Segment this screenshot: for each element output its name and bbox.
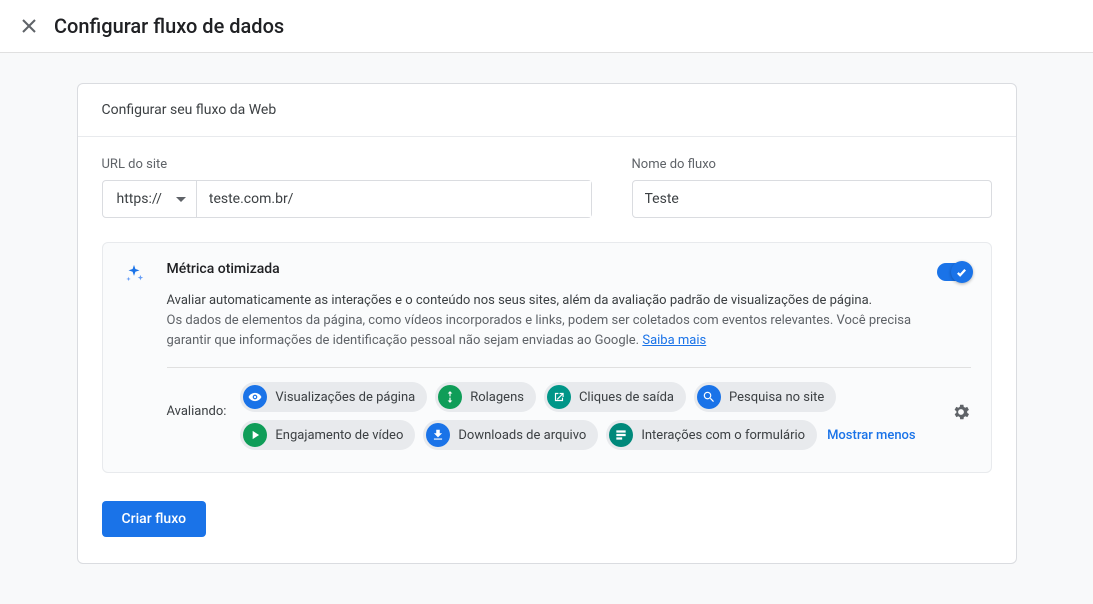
- show-less-link[interactable]: Mostrar menos: [825, 424, 918, 447]
- metric-title: Métrica otimizada: [167, 261, 921, 277]
- enhanced-measurement-box: Métrica otimizada Avaliar automaticament…: [102, 242, 992, 473]
- form-icon: [609, 423, 633, 447]
- evaluating-row: Avaliando: Visualizações de página: [167, 382, 971, 450]
- fields-row: URL do site https:// Nome do fluxo: [102, 157, 992, 218]
- metric-chips: Visualizações de página Rolagens: [240, 382, 930, 450]
- chip-label: Visualizações de página: [275, 390, 415, 405]
- website-url-input[interactable]: [197, 181, 591, 217]
- url-input-row: https://: [102, 180, 592, 218]
- link-out-icon: [547, 385, 571, 409]
- chip-label: Downloads de arquivo: [458, 428, 586, 443]
- chip-label: Interações com o formulário: [641, 428, 805, 443]
- sparkle-icon: [123, 263, 145, 285]
- metric-description: Avaliar automaticamente as interações e …: [167, 291, 921, 311]
- metric-head: Métrica otimizada Avaliar automaticament…: [167, 261, 971, 351]
- chevron-down-icon: [176, 197, 186, 202]
- eye-icon: [243, 385, 267, 409]
- play-icon: [243, 423, 267, 447]
- metric-subtext: Os dados de elementos da página, como ví…: [167, 311, 921, 351]
- chip-label: Engajamento de vídeo: [275, 428, 403, 443]
- page-title: Configurar fluxo de dados: [54, 14, 284, 38]
- web-stream-card: Configurar seu fluxo da Web URL do site …: [77, 83, 1017, 564]
- evaluating-label: Avaliando:: [167, 382, 227, 419]
- chip-label: Rolagens: [470, 390, 524, 405]
- chip-outbound-clicks: Cliques de saída: [544, 382, 686, 412]
- card-section-title: Configurar seu fluxo da Web: [78, 84, 1016, 137]
- chip-site-search: Pesquisa no site: [694, 382, 836, 412]
- search-icon: [697, 385, 721, 409]
- url-label: URL do site: [102, 157, 592, 172]
- chip-pageviews: Visualizações de página: [240, 382, 427, 412]
- protocol-value: https://: [117, 191, 162, 207]
- gear-icon[interactable]: [951, 402, 971, 422]
- scroll-icon: [438, 385, 462, 409]
- create-stream-button[interactable]: Criar fluxo: [102, 501, 207, 537]
- protocol-select[interactable]: https://: [103, 181, 197, 217]
- metric-text: Métrica otimizada Avaliar automaticament…: [167, 261, 921, 351]
- card-body: URL do site https:// Nome do fluxo: [78, 137, 1016, 563]
- dialog-header: Configurar fluxo de dados: [0, 0, 1093, 53]
- check-icon: [956, 267, 967, 278]
- page-background: Configurar seu fluxo da Web URL do site …: [0, 53, 1093, 604]
- chip-label: Pesquisa no site: [729, 390, 824, 405]
- enhanced-measurement-toggle[interactable]: [937, 263, 971, 281]
- close-icon[interactable]: [22, 19, 36, 33]
- toggle-knob: [951, 261, 973, 283]
- download-icon: [426, 423, 450, 447]
- chip-scrolls: Rolagens: [435, 382, 536, 412]
- url-field-group: URL do site https://: [102, 157, 592, 218]
- chip-form-interactions: Interações com o formulário: [606, 420, 817, 450]
- learn-more-link[interactable]: Saiba mais: [642, 333, 706, 348]
- stream-name-input[interactable]: [632, 180, 992, 218]
- chip-file-downloads: Downloads de arquivo: [423, 420, 598, 450]
- chip-label: Cliques de saída: [579, 390, 674, 405]
- name-field-group: Nome do fluxo: [632, 157, 992, 218]
- metric-content: Métrica otimizada Avaliar automaticament…: [167, 261, 971, 450]
- chip-video-engagement: Engajamento de vídeo: [240, 420, 415, 450]
- stream-name-label: Nome do fluxo: [632, 157, 992, 172]
- divider: [167, 367, 971, 368]
